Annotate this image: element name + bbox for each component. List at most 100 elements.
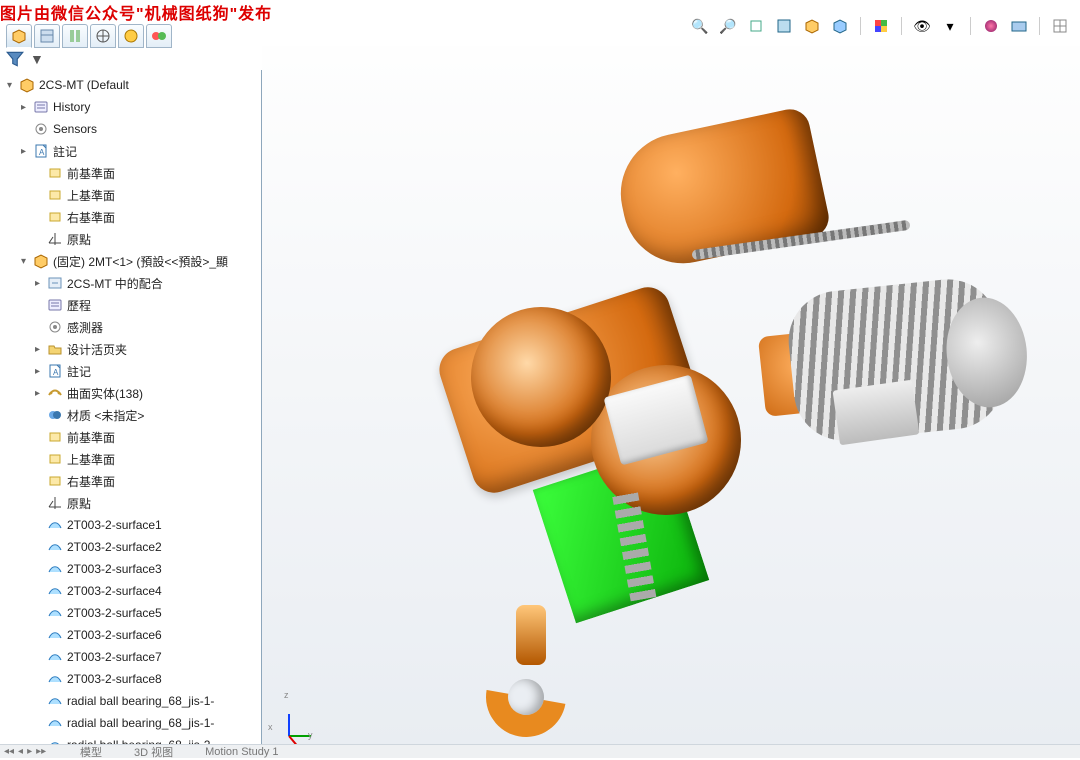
- expander-icon[interactable]: ▸: [18, 146, 29, 157]
- zoom-area-icon[interactable]: 🔎: [718, 16, 738, 36]
- filter-bar[interactable]: ▼: [6, 50, 44, 68]
- origin-icon: [47, 495, 63, 511]
- tree-item[interactable]: ▾ (固定) 2MT<1> (預設<<預設>_顯: [4, 250, 262, 272]
- expander-icon[interactable]: [32, 542, 43, 553]
- expander-icon[interactable]: [32, 212, 43, 223]
- eye-dropdown-icon[interactable]: ▾: [940, 16, 960, 36]
- expander-icon[interactable]: [32, 630, 43, 641]
- expander-icon[interactable]: [32, 234, 43, 245]
- view-toolbar: 🔍 🔎 👁 ▾: [690, 16, 1070, 36]
- tree-item[interactable]: 2T003-2-surface6: [4, 624, 262, 646]
- orientation-triad[interactable]: z y x: [266, 694, 312, 740]
- mat-icon: [47, 407, 63, 423]
- tree-item[interactable]: 右基準面: [4, 206, 262, 228]
- axis-x-label: x: [268, 722, 273, 732]
- tree-item[interactable]: 上基準面: [4, 448, 262, 470]
- tree-root[interactable]: ▾ 2CS-MT (Default: [4, 74, 262, 96]
- tree-item[interactable]: 2T003-2-surface2: [4, 536, 262, 558]
- tree-item[interactable]: 2T003-2-surface7: [4, 646, 262, 668]
- tab-3dview[interactable]: 3D 视图: [124, 744, 183, 760]
- decal-icon[interactable]: [1050, 16, 1070, 36]
- expander-icon[interactable]: [32, 190, 43, 201]
- tree-item[interactable]: Sensors: [4, 118, 262, 140]
- expander-icon[interactable]: [18, 124, 29, 135]
- expander-icon[interactable]: [32, 476, 43, 487]
- tree-item-label: 2T003-2-surface7: [67, 650, 162, 664]
- tree-item[interactable]: ▸ 设计活页夹: [4, 338, 262, 360]
- expander-icon[interactable]: ▸: [32, 366, 43, 377]
- tree-item[interactable]: 2T003-2-surface4: [4, 580, 262, 602]
- tree-item[interactable]: 2T003-2-surface3: [4, 558, 262, 580]
- tree-item[interactable]: 感測器: [4, 316, 262, 338]
- expander-icon[interactable]: [32, 564, 43, 575]
- tree-item[interactable]: ▸ A 註记: [4, 140, 262, 162]
- tree-item[interactable]: radial ball bearing_68_jis-2-: [4, 734, 262, 744]
- expander-icon[interactable]: ▸: [32, 278, 43, 289]
- tree-item[interactable]: 2T003-2-surface1: [4, 514, 262, 536]
- expander-icon[interactable]: [32, 674, 43, 685]
- box-icon[interactable]: [802, 16, 822, 36]
- tab-model[interactable]: 模型: [70, 744, 112, 760]
- plane-icon: [47, 187, 63, 203]
- tab-nav[interactable]: ◂◂◂▸▸▸: [4, 746, 46, 757]
- tree-item-label: 设计活页夹: [67, 341, 127, 358]
- tree-item[interactable]: radial ball bearing_68_jis-1-: [4, 690, 262, 712]
- tree-item[interactable]: 2T003-2-surface8: [4, 668, 262, 690]
- tree-item[interactable]: ▸ History: [4, 96, 262, 118]
- expander-icon[interactable]: [32, 696, 43, 707]
- expander-icon[interactable]: [32, 586, 43, 597]
- expander-icon[interactable]: [32, 454, 43, 465]
- feature-tree-panel[interactable]: ▾ 2CS-MT (Default ▸ History Sensors ▸ A …: [0, 70, 262, 744]
- surf-icon: [47, 649, 63, 665]
- zoom-prev-icon[interactable]: [746, 16, 766, 36]
- expander-icon[interactable]: ▾: [18, 256, 29, 267]
- tree-item[interactable]: 原點: [4, 228, 262, 250]
- expander-icon[interactable]: ▸: [32, 344, 43, 355]
- expander-icon[interactable]: [32, 718, 43, 729]
- expander-icon[interactable]: [32, 520, 43, 531]
- tree-item-label: 感測器: [67, 319, 103, 336]
- scene-icon[interactable]: [1009, 16, 1029, 36]
- tab-feature-tree[interactable]: [6, 24, 32, 48]
- expander-icon[interactable]: [32, 300, 43, 311]
- asm-icon: [33, 253, 49, 269]
- expander-icon[interactable]: [32, 652, 43, 663]
- tree-item[interactable]: radial ball bearing_68_jis-1-: [4, 712, 262, 734]
- cube-icon[interactable]: [830, 16, 850, 36]
- note-icon: A: [33, 143, 49, 159]
- expander-icon[interactable]: ▸: [32, 388, 43, 399]
- tab-motion-study[interactable]: Motion Study 1: [195, 746, 288, 758]
- tree-item[interactable]: ▸ 2CS-MT 中的配合: [4, 272, 262, 294]
- color-cube-icon[interactable]: [871, 16, 891, 36]
- expander-icon[interactable]: [32, 608, 43, 619]
- tab-property[interactable]: [34, 24, 60, 48]
- appearance-icon[interactable]: [981, 16, 1001, 36]
- tab-config[interactable]: [62, 24, 88, 48]
- viewport-3d[interactable]: z y x: [262, 46, 1080, 744]
- filter-dropdown-icon[interactable]: ▼: [30, 51, 44, 67]
- tree-item[interactable]: 前基準面: [4, 426, 262, 448]
- section-icon[interactable]: [774, 16, 794, 36]
- visibility-icon[interactable]: 👁: [912, 16, 932, 36]
- tree-item[interactable]: ▸ A 註记: [4, 360, 262, 382]
- tab-display[interactable]: [90, 24, 116, 48]
- tree-item[interactable]: 材质 <未指定>: [4, 404, 262, 426]
- expander-icon[interactable]: [32, 498, 43, 509]
- tree-item[interactable]: 2T003-2-surface5: [4, 602, 262, 624]
- tab-render[interactable]: [146, 24, 172, 48]
- expander-icon[interactable]: ▸: [18, 102, 29, 113]
- expander-icon[interactable]: [32, 322, 43, 333]
- tree-item[interactable]: 上基準面: [4, 184, 262, 206]
- hook-assembly: [486, 605, 576, 744]
- expander-icon[interactable]: [32, 410, 43, 421]
- tree-item[interactable]: 原點: [4, 492, 262, 514]
- tree-item[interactable]: 右基準面: [4, 470, 262, 492]
- tree-item[interactable]: ▸ 曲面实体(138): [4, 382, 262, 404]
- tree-item[interactable]: 歷程: [4, 294, 262, 316]
- tab-appearance[interactable]: [118, 24, 144, 48]
- chevron-down-icon[interactable]: ▾: [4, 80, 15, 91]
- tree-item[interactable]: 前基準面: [4, 162, 262, 184]
- expander-icon[interactable]: [32, 432, 43, 443]
- expander-icon[interactable]: [32, 168, 43, 179]
- zoom-fit-icon[interactable]: 🔍: [690, 16, 710, 36]
